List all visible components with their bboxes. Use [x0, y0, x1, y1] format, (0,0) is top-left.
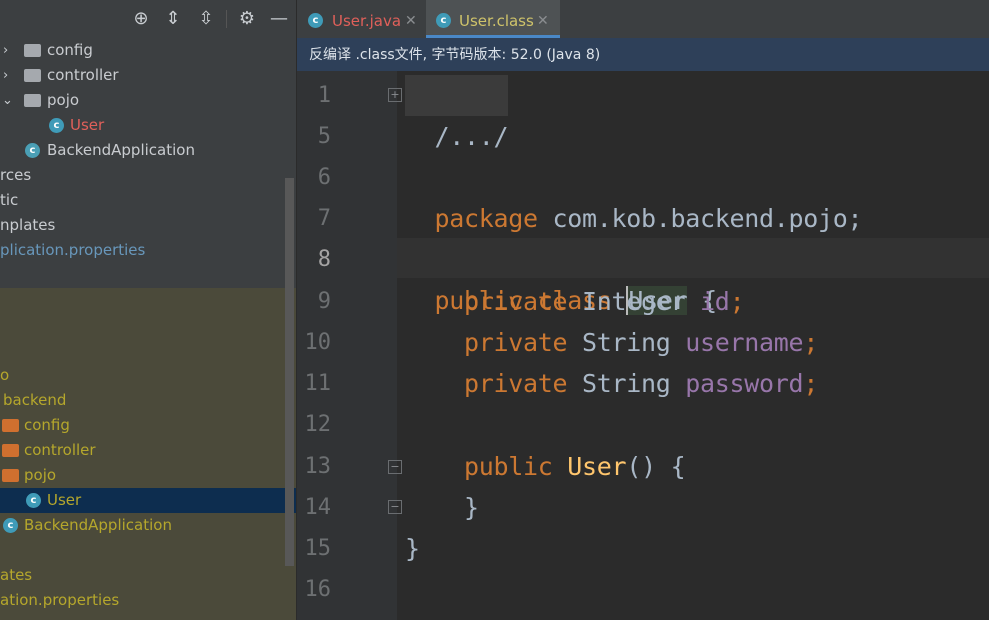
code-line-class-end: }: [405, 528, 420, 569]
chevron-right-icon[interactable]: ›: [3, 38, 8, 63]
line-number: 9: [317, 289, 331, 314]
tree-item-label: nplates: [0, 216, 56, 234]
parens: () {: [626, 452, 686, 481]
class-icon: c: [436, 13, 451, 28]
keyword: public: [464, 452, 553, 481]
brace: }: [464, 493, 479, 522]
line-number: 12: [304, 412, 332, 437]
tree-item-label: config: [24, 416, 70, 434]
line-number: 15: [304, 536, 332, 561]
fold-end-icon[interactable]: −: [388, 500, 402, 514]
code-line-package: package com.kob.backend.pojo;: [405, 157, 863, 233]
project-toolbar: ⊕ ⇕ ⇳ ⚙ —: [0, 0, 296, 38]
semicolon: ;: [803, 369, 819, 398]
field-name: password: [685, 369, 804, 398]
folder-icon: [24, 94, 41, 107]
tree-item-label: rces: [0, 166, 32, 184]
constructor-name: User: [567, 452, 627, 481]
class-icon: c: [308, 13, 323, 28]
tree-item-label: ation.properties: [0, 591, 120, 609]
tree-item-label: User: [70, 116, 105, 134]
folded-region[interactable]: /.../: [435, 122, 509, 151]
spring-class-icon: c: [3, 518, 18, 533]
toolbar-divider: [226, 10, 227, 28]
folder-icon: [2, 444, 19, 457]
code-line-field-password: private String password;: [405, 363, 818, 404]
type: String: [567, 369, 686, 398]
type: Integer: [567, 287, 701, 316]
minimize-icon[interactable]: —: [269, 9, 289, 29]
gear-icon[interactable]: ⚙: [237, 9, 257, 29]
line-number-current: 8: [317, 247, 331, 272]
brace: }: [405, 534, 420, 563]
tree-item-label: config: [47, 41, 93, 59]
line-number: 13: [304, 454, 332, 479]
line-number: 1: [317, 83, 331, 108]
folder-icon: [2, 469, 19, 482]
fold-expand-icon[interactable]: +: [388, 88, 402, 102]
line-number: 10: [304, 330, 332, 355]
close-icon[interactable]: ✕: [405, 0, 417, 42]
tree-item-label: controller: [47, 66, 119, 84]
line-number: 7: [317, 206, 331, 231]
tab-user-class[interactable]: c User.class ✕: [426, 0, 560, 38]
tree-item-label: tic: [0, 191, 19, 209]
package-name: com.kob.backend.pojo;: [537, 204, 863, 233]
code-line-folded-imports[interactable]: /.../: [405, 75, 509, 151]
banner-text: 反编译 .class文件, 字节码版本: 52.0 (Java 8): [309, 47, 601, 63]
folder-icon: [24, 44, 41, 57]
semicolon: ;: [803, 328, 819, 357]
locate-icon[interactable]: ⊕: [131, 9, 151, 29]
semicolon: ;: [729, 287, 745, 316]
code-line-field-username: private String username;: [405, 322, 818, 363]
line-number: 11: [304, 371, 332, 396]
tree-item-label: User: [47, 491, 82, 509]
tree-item-label: pojo: [47, 91, 80, 109]
class-icon: c: [49, 118, 64, 133]
tree-item-label: BackendApplication: [24, 516, 172, 534]
chevron-right-icon[interactable]: ›: [3, 63, 8, 88]
line-number: 16: [304, 577, 332, 602]
line-number: 5: [317, 124, 331, 149]
tree-item-label: controller: [24, 441, 96, 459]
tab-label: User.java: [332, 12, 402, 30]
collapse-all-icon[interactable]: ⇳: [196, 9, 216, 29]
fold-collapse-icon[interactable]: −: [388, 460, 402, 474]
field-name: username: [685, 328, 804, 357]
expand-all-icon[interactable]: ⇕: [163, 9, 183, 29]
line-number: 6: [317, 165, 331, 190]
keyword: private: [464, 287, 568, 316]
tree-item-label: plication.properties: [0, 241, 146, 259]
tree-item-label: o: [0, 366, 10, 384]
spring-class-icon: c: [25, 143, 40, 158]
tab-user-java[interactable]: c User.java ✕: [308, 0, 423, 38]
keyword: private: [464, 369, 568, 398]
decompiled-info-banner: 反编译 .class文件, 字节码版本: 52.0 (Java 8): [297, 38, 989, 71]
chevron-down-icon[interactable]: ⌄: [2, 88, 13, 113]
field-name: id: [700, 287, 730, 316]
tree-item-label: BackendApplication: [47, 141, 195, 159]
selected-tree-row[interactable]: [0, 488, 296, 513]
code-line-constructor-end: }: [405, 487, 479, 528]
tree-item-label: pojo: [24, 466, 57, 484]
keyword: private: [464, 328, 568, 357]
tree-item-label: ates: [0, 566, 33, 584]
code-line-constructor: public User() {: [405, 446, 686, 487]
class-icon: c: [26, 493, 41, 508]
type: String: [567, 328, 686, 357]
code-line-field-id: private Integer id;: [405, 281, 745, 322]
keyword: package: [434, 204, 539, 233]
tree-scrollbar[interactable]: [285, 178, 294, 566]
code-line-class-decl: public class User {: [405, 239, 717, 315]
folder-icon: [24, 69, 41, 82]
tree-item-label: backend: [3, 391, 67, 409]
line-number: 14: [304, 495, 332, 520]
folder-icon: [2, 419, 19, 432]
